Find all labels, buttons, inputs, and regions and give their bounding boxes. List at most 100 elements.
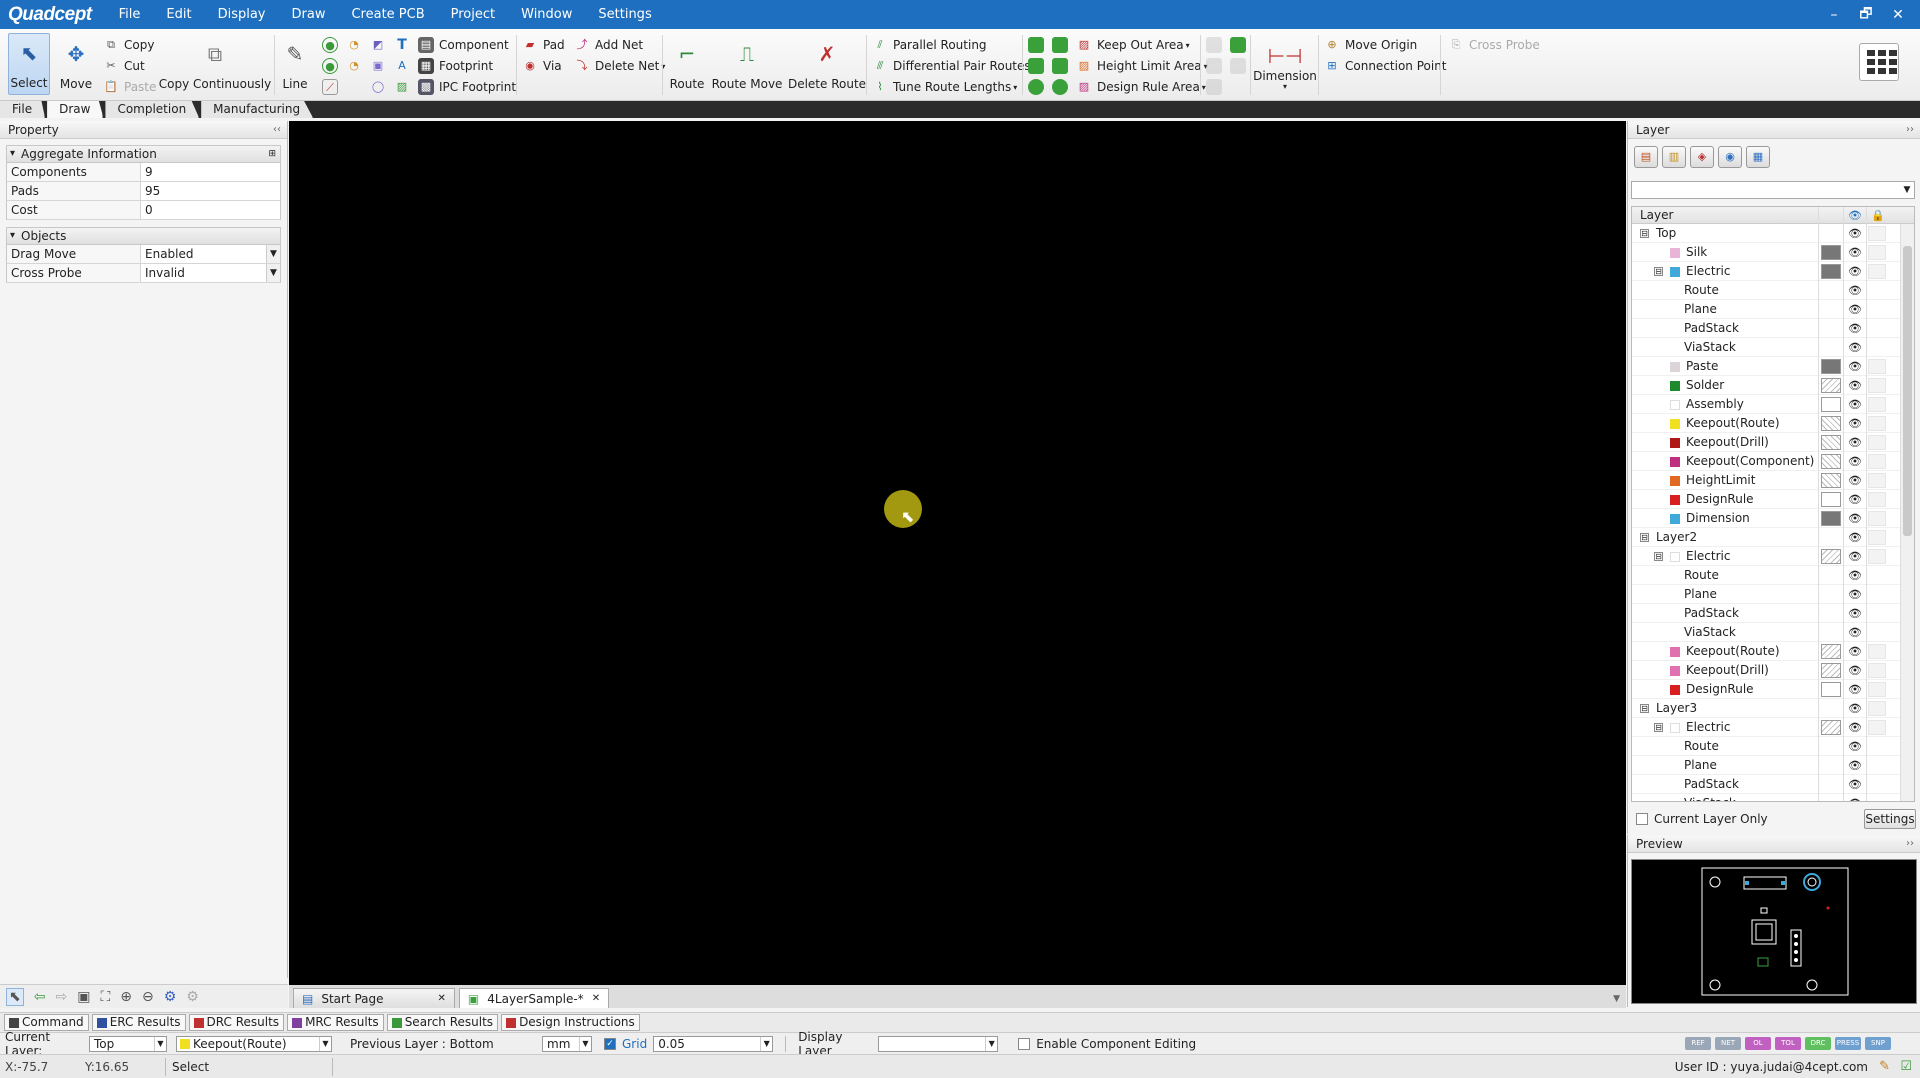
layer-table-icon[interactable]: ▦ (1746, 146, 1770, 168)
close-icon[interactable]: ✕ (592, 990, 600, 1008)
delete-route-button[interactable]: ✗ Delete Route (788, 33, 866, 95)
arc-tool-1[interactable]: ● (322, 35, 343, 55)
chevron-down-icon[interactable]: ▼ (319, 1036, 331, 1051)
collapse-toggle-icon[interactable]: ⊟ (1654, 267, 1663, 276)
chevron-down-icon[interactable]: ▼ (579, 1036, 591, 1051)
tab-start-page[interactable]: ▤ Start Page ✕ (293, 988, 455, 1008)
lock-toggle[interactable] (1868, 378, 1886, 393)
collapse-panel-icon[interactable]: ‹‹ (273, 121, 281, 139)
copper-area-tool-6[interactable] (1052, 77, 1073, 97)
eye-icon[interactable]: 👁 (1845, 281, 1865, 300)
aggregate-information-group[interactable]: Aggregate Information⊞ (6, 145, 281, 163)
grid-tool-5[interactable] (1206, 77, 1227, 97)
layer-scrollbar[interactable] (1900, 224, 1914, 801)
layer-row[interactable]: Keepout(Route) 👁 (1632, 642, 1914, 661)
layer-row[interactable]: ⊟ Electric 👁 (1632, 718, 1914, 737)
layer-fill-style[interactable] (1821, 359, 1841, 374)
eye-icon[interactable]: 👁 (1845, 452, 1865, 471)
layer-fill-style[interactable] (1821, 511, 1841, 526)
layer-fill-style[interactable] (1821, 473, 1841, 488)
restore-button[interactable]: 🗗 (1850, 3, 1882, 27)
design-rule-area-button[interactable]: ▨ Design Rule Area ▾ (1076, 77, 1206, 97)
lock-toggle[interactable] (1868, 454, 1886, 469)
sort-icon[interactable]: ⊞ (268, 146, 276, 162)
grid-tool-1[interactable] (1206, 35, 1227, 55)
drag-move-select[interactable]: Enabled ▼ (141, 245, 280, 263)
collapse-panel-icon[interactable]: ›› (1906, 835, 1914, 853)
edit-icon[interactable]: ✎ (1879, 1059, 1890, 1074)
ellipse-tool[interactable]: ◯ (370, 77, 391, 97)
component-button[interactable]: ▤ Component (418, 35, 509, 55)
tab-4layersample[interactable]: ▣ 4LayerSample-* ✕ (458, 988, 610, 1008)
eye-icon[interactable]: 👁 (1845, 224, 1865, 243)
layer-row[interactable]: Silk 👁 (1632, 243, 1914, 262)
eye-icon[interactable]: 👁 (1845, 585, 1865, 604)
layer-row[interactable]: ⊟ Layer2 👁 (1632, 528, 1914, 547)
grid-checkbox[interactable]: ✓ Grid (604, 1037, 647, 1051)
copper-area-tool-1[interactable] (1028, 35, 1049, 55)
lock-toggle[interactable] (1868, 530, 1886, 545)
eye-icon[interactable]: 👁 (1845, 604, 1865, 623)
eye-icon[interactable]: 👁 (1845, 338, 1865, 357)
lock-toggle[interactable] (1868, 416, 1886, 431)
move-button[interactable]: ✥ Move (56, 33, 96, 95)
lock-toggle[interactable] (1868, 435, 1886, 450)
eye-icon[interactable]: 👁 (1845, 737, 1865, 756)
layer-fill-style[interactable] (1821, 245, 1841, 260)
layer-row[interactable]: ⊟ Electric 👁 (1632, 547, 1914, 566)
layer-settings-button[interactable]: Settings (1864, 809, 1916, 829)
drc-badge[interactable]: DRC (1805, 1037, 1831, 1050)
eye-icon[interactable]: 👁 (1845, 319, 1865, 338)
lock-toggle[interactable] (1868, 226, 1886, 241)
close-icon[interactable]: ✕ (438, 990, 446, 1008)
layer-row[interactable]: DesignRule 👁 (1632, 680, 1914, 699)
layer-row[interactable]: Keepout(Drill) 👁 (1632, 433, 1914, 452)
close-button[interactable]: ✕ (1882, 7, 1914, 23)
layer-row[interactable]: ⊟ Electric 👁 (1632, 262, 1914, 281)
cross-probe-select[interactable]: Invalid ▼ (141, 264, 280, 282)
layer-row[interactable]: HeightLimit 👁 (1632, 471, 1914, 490)
eye-icon[interactable]: 👁 (1845, 642, 1865, 661)
grid-tool-3[interactable] (1206, 56, 1227, 76)
delete-net-button[interactable]: ⤵ Delete Net ▾ (574, 56, 666, 76)
collapse-toggle-icon[interactable]: ⊟ (1654, 552, 1663, 561)
layer-row[interactable]: Route 👁 (1632, 566, 1914, 585)
copy-button[interactable]: ⧉ Copy (103, 35, 154, 55)
lock-toggle[interactable] (1868, 473, 1886, 488)
grid-tool-4[interactable] (1230, 56, 1251, 76)
layer-row[interactable]: PadStack 👁 (1632, 775, 1914, 794)
check-icon[interactable]: ☑ (1900, 1059, 1912, 1074)
pcb-canvas[interactable] (289, 121, 1626, 989)
collapse-toggle-icon[interactable]: ⊟ (1640, 533, 1649, 542)
current-layer-select[interactable]: Top ▼ (89, 1035, 167, 1052)
footprint-button[interactable]: ▦ Footprint (418, 56, 493, 76)
eye-icon[interactable]: 👁 (1845, 775, 1865, 794)
tol-badge[interactable]: TOL (1775, 1037, 1801, 1050)
zoom-in-icon[interactable]: ⊕ (120, 989, 132, 1005)
layer-row[interactable]: Keepout(Route) 👁 (1632, 414, 1914, 433)
chevron-down-icon[interactable]: ▼ (266, 245, 280, 263)
forward-arrow-icon[interactable]: ⇨ (55, 989, 67, 1005)
eye-icon[interactable]: 👁 (1845, 623, 1865, 642)
lock-icon[interactable]: 🔒 (1870, 207, 1886, 224)
layer-row[interactable]: Route 👁 (1632, 737, 1914, 756)
layer-set-icon[interactable]: ▤ (1634, 146, 1658, 168)
tab-erc-results[interactable]: ERC Results (91, 1014, 186, 1031)
eye-icon[interactable]: 👁 (1845, 433, 1865, 452)
image-tool[interactable]: ▨ (394, 77, 415, 97)
tab-file[interactable]: File (0, 101, 46, 118)
lock-toggle[interactable] (1868, 549, 1886, 564)
apps-grid-button[interactable] (1859, 43, 1899, 81)
layer-row[interactable]: Dimension 👁 (1632, 509, 1914, 528)
lock-toggle[interactable] (1868, 492, 1886, 507)
menu-display[interactable]: Display (205, 0, 279, 29)
ipc-footprint-button[interactable]: ▩ IPC Footprint (418, 77, 516, 97)
add-net-button[interactable]: ⤴ Add Net (574, 35, 644, 55)
arc-tool-4[interactable]: ◔ (346, 56, 367, 76)
press-badge[interactable]: PRESS (1835, 1037, 1861, 1050)
ol-badge[interactable]: OL (1745, 1037, 1771, 1050)
eye-icon[interactable]: 👁 (1845, 680, 1865, 699)
text-tool[interactable]: T (394, 35, 415, 55)
menu-settings[interactable]: Settings (585, 0, 664, 29)
layer-row[interactable]: Assembly 👁 (1632, 395, 1914, 414)
